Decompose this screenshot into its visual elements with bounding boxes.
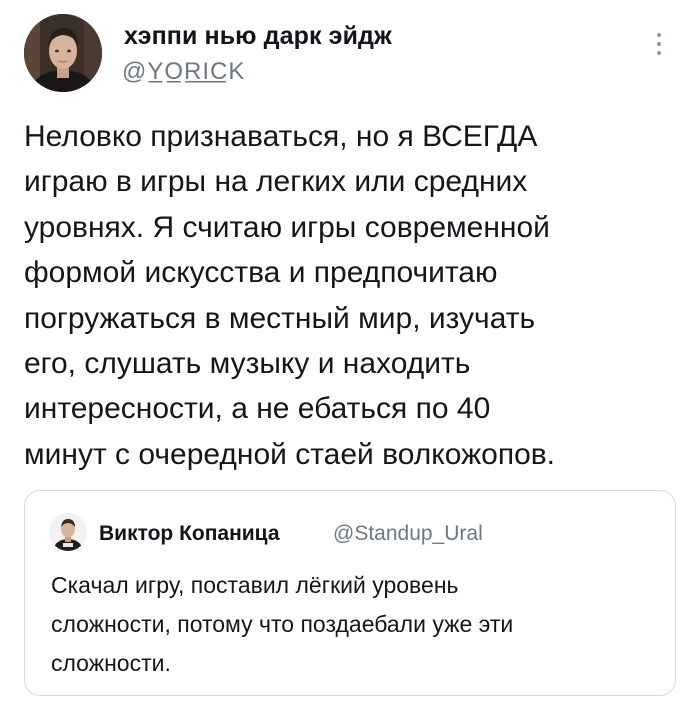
tweet: хэппи нью дарк эйдж @Y̲O̲R̲I̲C̲K Неловко… [0,0,700,725]
author-avatar[interactable] [24,14,102,92]
tweet-text: Неловко признаваться, но я ВСЕГДА играю … [24,120,556,471]
more-vertical-icon[interactable] [653,33,665,63]
author-handle[interactable]: @Y̲O̲R̲I̲C̲K [122,58,245,86]
quoted-author-avatar[interactable] [49,513,87,551]
quoted-tweet-text: Скачал игру, поставил лёгкий уровень сло… [51,572,514,676]
quoted-author-name[interactable]: Виктор Копаница [99,522,280,546]
quoted-tweet-card[interactable]: Виктор Копаница @Standup_Ural Скачал игр… [24,490,676,696]
quoted-author-handle[interactable]: @Standup_Ural [333,522,483,546]
author-display-name[interactable]: хэппи нью дарк эйдж [124,22,392,51]
